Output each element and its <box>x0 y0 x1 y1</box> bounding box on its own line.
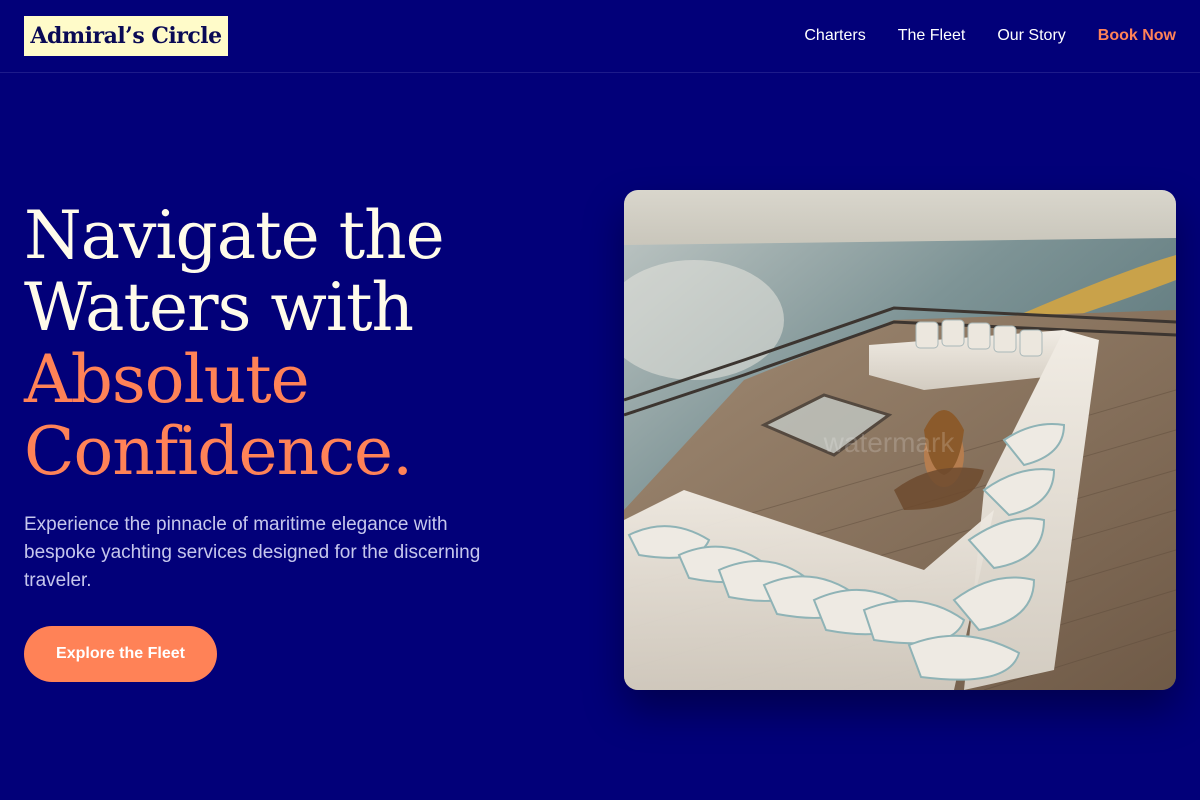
headline-accent-line-1: Absolute <box>24 341 310 418</box>
nav-link-book-now[interactable]: Book Now <box>1098 27 1176 45</box>
headline-line-1: Navigate the <box>24 197 445 274</box>
nav-link-charters[interactable]: Charters <box>804 27 865 45</box>
yacht-deck-illustration: watermark <box>624 190 1176 690</box>
brand-logo[interactable]: Admiral’s Circle <box>24 16 228 56</box>
nav-link-fleet[interactable]: The Fleet <box>898 27 966 45</box>
headline-line-2: Waters with <box>24 269 414 346</box>
site-header: Admiral’s Circle Charters The Fleet Our … <box>0 0 1200 73</box>
hero-image-yacht-deck: watermark <box>624 190 1176 690</box>
main-nav: Charters The Fleet Our Story Book Now <box>804 0 1176 72</box>
nav-link-our-story[interactable]: Our Story <box>997 27 1065 45</box>
hero-headline: Navigate the Waters with Absolute Confid… <box>24 200 584 488</box>
explore-fleet-button[interactable]: Explore the Fleet <box>24 626 217 682</box>
headline-accent-line-2: Confidence. <box>24 413 413 490</box>
image-watermark-text: watermark <box>823 427 956 458</box>
hero-subtitle: Experience the pinnacle of maritime eleg… <box>24 514 481 591</box>
